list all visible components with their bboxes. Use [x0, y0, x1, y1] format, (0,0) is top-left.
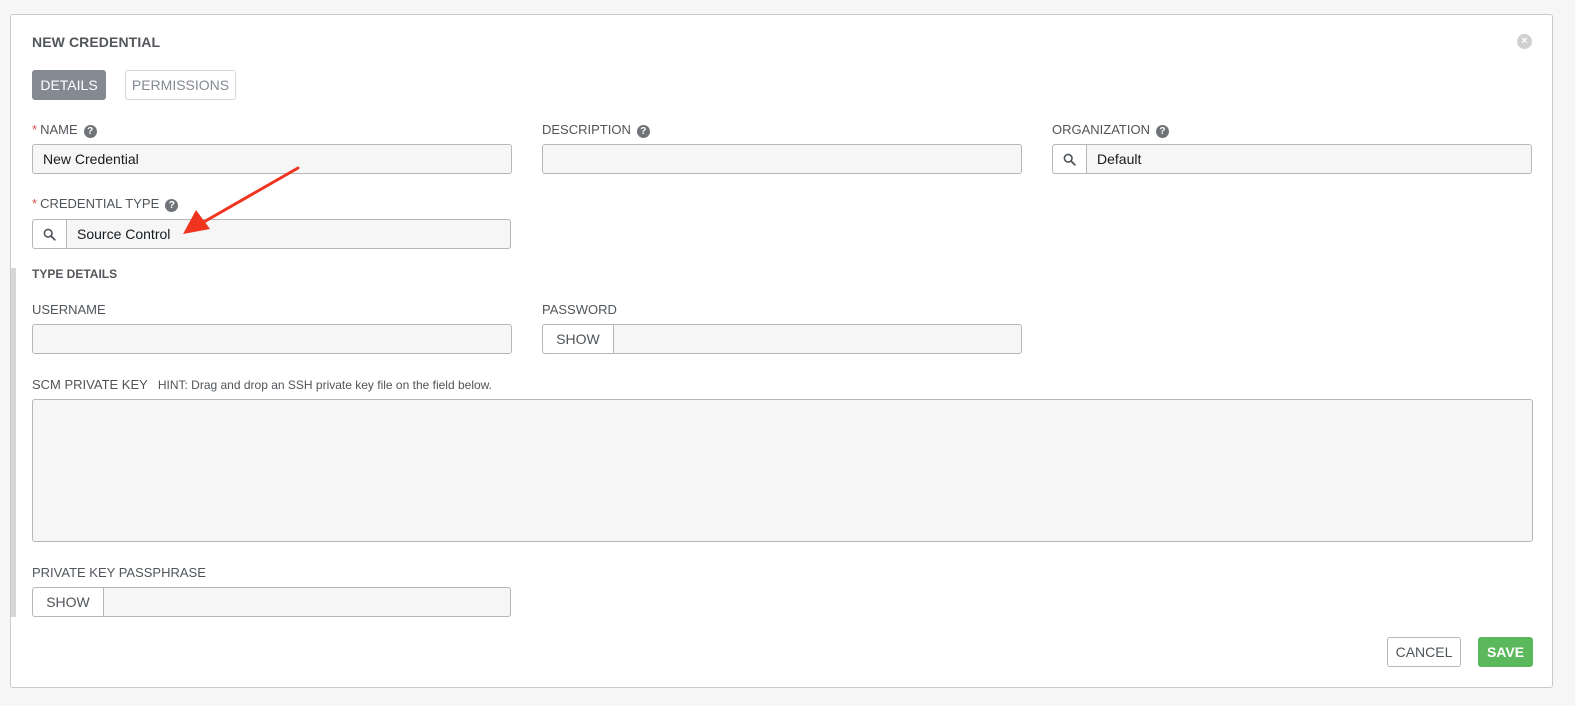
type-details-bar [11, 268, 16, 617]
username-input[interactable] [32, 324, 512, 354]
scm-private-key-label-text: SCM PRIVATE KEY [32, 377, 148, 392]
organization-lookup: Default [1052, 144, 1532, 174]
password-input[interactable] [614, 325, 1021, 353]
private-key-passphrase-label: PRIVATE KEY PASSPHRASE [32, 565, 206, 580]
credential-type-label-text: CREDENTIAL TYPE [40, 196, 160, 211]
organization-label-text: ORGANIZATION [1052, 122, 1150, 137]
private-key-passphrase-input[interactable] [104, 588, 510, 616]
password-label: PASSWORD [542, 302, 617, 317]
description-input[interactable] [542, 144, 1022, 174]
description-label: DESCRIPTION? [542, 122, 650, 138]
private-key-passphrase-group: SHOW [32, 587, 511, 617]
tab-details[interactable]: DETAILS [32, 70, 106, 100]
credential-type-lookup: Source Control [32, 219, 511, 249]
help-icon[interactable]: ? [1155, 125, 1169, 138]
username-label: USERNAME [32, 302, 106, 317]
scm-private-key-textarea[interactable] [32, 399, 1533, 542]
help-icon[interactable]: ? [636, 125, 650, 138]
tab-permissions[interactable]: PERMISSIONS [125, 70, 236, 100]
new-credential-panel: NEW CREDENTIAL × DETAILS PERMISSIONS * NA… [10, 14, 1553, 688]
name-input[interactable]: New Credential [32, 144, 512, 174]
name-label-text: NAME [40, 122, 78, 137]
organization-search-button[interactable] [1053, 145, 1087, 173]
required-marker: * [32, 196, 38, 211]
passphrase-show-button[interactable]: SHOW [33, 588, 104, 616]
help-icon[interactable]: ? [83, 125, 97, 138]
search-icon [43, 228, 56, 241]
credential-type-label: * CREDENTIAL TYPE? [32, 196, 179, 212]
scm-private-key-label: SCM PRIVATE KEY HINT: Drag and drop an SS… [32, 377, 492, 392]
name-label: * NAME? [32, 122, 97, 138]
organization-label: ORGANIZATION? [1052, 122, 1169, 138]
search-icon [1063, 153, 1076, 166]
required-marker: * [32, 122, 38, 137]
cancel-button[interactable]: CANCEL [1387, 637, 1461, 667]
credential-type-search-button[interactable] [33, 220, 67, 248]
password-show-button[interactable]: SHOW [543, 325, 614, 353]
organization-input[interactable]: Default [1087, 145, 1531, 173]
dialog-title: NEW CREDENTIAL [32, 34, 161, 50]
close-icon[interactable]: × [1517, 34, 1532, 49]
credential-type-input[interactable]: Source Control [67, 220, 510, 248]
password-group: SHOW [542, 324, 1022, 354]
save-button[interactable]: SAVE [1478, 637, 1533, 667]
type-details-heading: TYPE DETAILS [32, 267, 118, 281]
help-icon[interactable]: ? [165, 199, 179, 212]
scm-private-key-hint: HINT: Drag and drop an SSH private key f… [157, 378, 493, 392]
description-label-text: DESCRIPTION [542, 122, 631, 137]
